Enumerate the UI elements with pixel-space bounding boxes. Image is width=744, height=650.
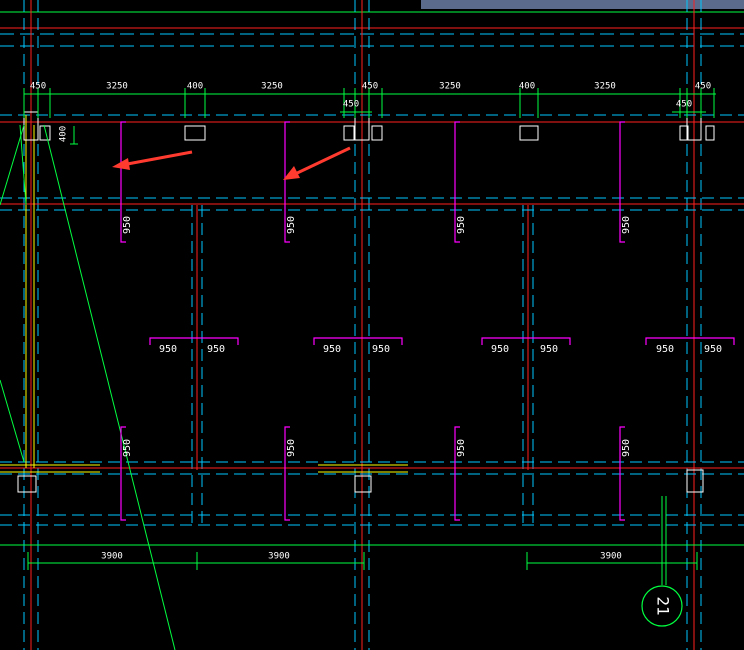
beam-length-label: 950 — [159, 344, 177, 355]
beam-length-label: 950 — [372, 344, 390, 355]
top-dimension-labels: 450 3250 400 3250 450 3250 400 3250 450 — [30, 82, 711, 92]
bay-width-label: 3900 — [101, 552, 123, 562]
top-dimension-label: 450 — [695, 82, 711, 92]
beam-length-label: 950 — [621, 439, 632, 457]
beam-markers — [120, 121, 735, 521]
top-edge-lines — [0, 11, 744, 47]
top-dimension-label: 450 — [362, 82, 378, 92]
bay-width-label: 3900 — [600, 552, 622, 562]
beam-length-label: 950 — [207, 344, 225, 355]
beam-length-label: 950 — [286, 216, 297, 234]
beam-length-label: 950 — [656, 344, 674, 355]
top-dimension-label: 3250 — [106, 82, 128, 92]
beam-length-label: 950 — [491, 344, 509, 355]
wall-outline — [0, 115, 408, 473]
top-dimension-label: 3250 — [439, 82, 461, 92]
column-outlines — [17, 111, 715, 493]
offset-450-labels: 450 450 — [343, 100, 692, 110]
top-dimension-label: 400 — [519, 82, 535, 92]
beam-length-label: 950 — [122, 439, 133, 457]
vertical-950-labels: 950 950 950 950 950 950 950 950 — [122, 216, 632, 457]
top-dimension-label: 400 — [187, 82, 203, 92]
beam-length-label: 950 — [323, 344, 341, 355]
axis-marker: 21 — [641, 585, 683, 627]
column-depth-label: 400 — [59, 126, 69, 142]
offset-dimension-label: 450 — [343, 100, 359, 110]
beam-length-label: 950 — [286, 439, 297, 457]
beam-length-label: 950 — [456, 216, 467, 234]
bay-width-label: 3900 — [268, 552, 290, 562]
top-dimension-chain — [23, 88, 716, 145]
beam-length-label: 950 — [540, 344, 558, 355]
top-dimension-label: 3250 — [594, 82, 616, 92]
annotation-arrows — [112, 146, 351, 180]
beam-length-label: 950 — [704, 344, 722, 355]
beam-length-label: 950 — [621, 216, 632, 234]
offset-dimension-label: 450 — [676, 100, 692, 110]
beam-length-label: 950 — [456, 439, 467, 457]
cad-drawing-canvas[interactable]: 21 450 3250 400 3250 450 3250 400 3250 450 450 45… — [0, 0, 744, 650]
top-dimension-label: 3250 — [261, 82, 283, 92]
horizontal-950-labels: 950 950 950 950 950 950 950 950 — [159, 344, 722, 355]
axis-marker-label: 21 — [654, 596, 673, 615]
beam-length-label: 950 — [122, 216, 133, 234]
top-dimension-label: 450 — [30, 82, 46, 92]
main-axis-horizontals — [0, 121, 744, 469]
column-axis-lines — [30, 0, 695, 650]
